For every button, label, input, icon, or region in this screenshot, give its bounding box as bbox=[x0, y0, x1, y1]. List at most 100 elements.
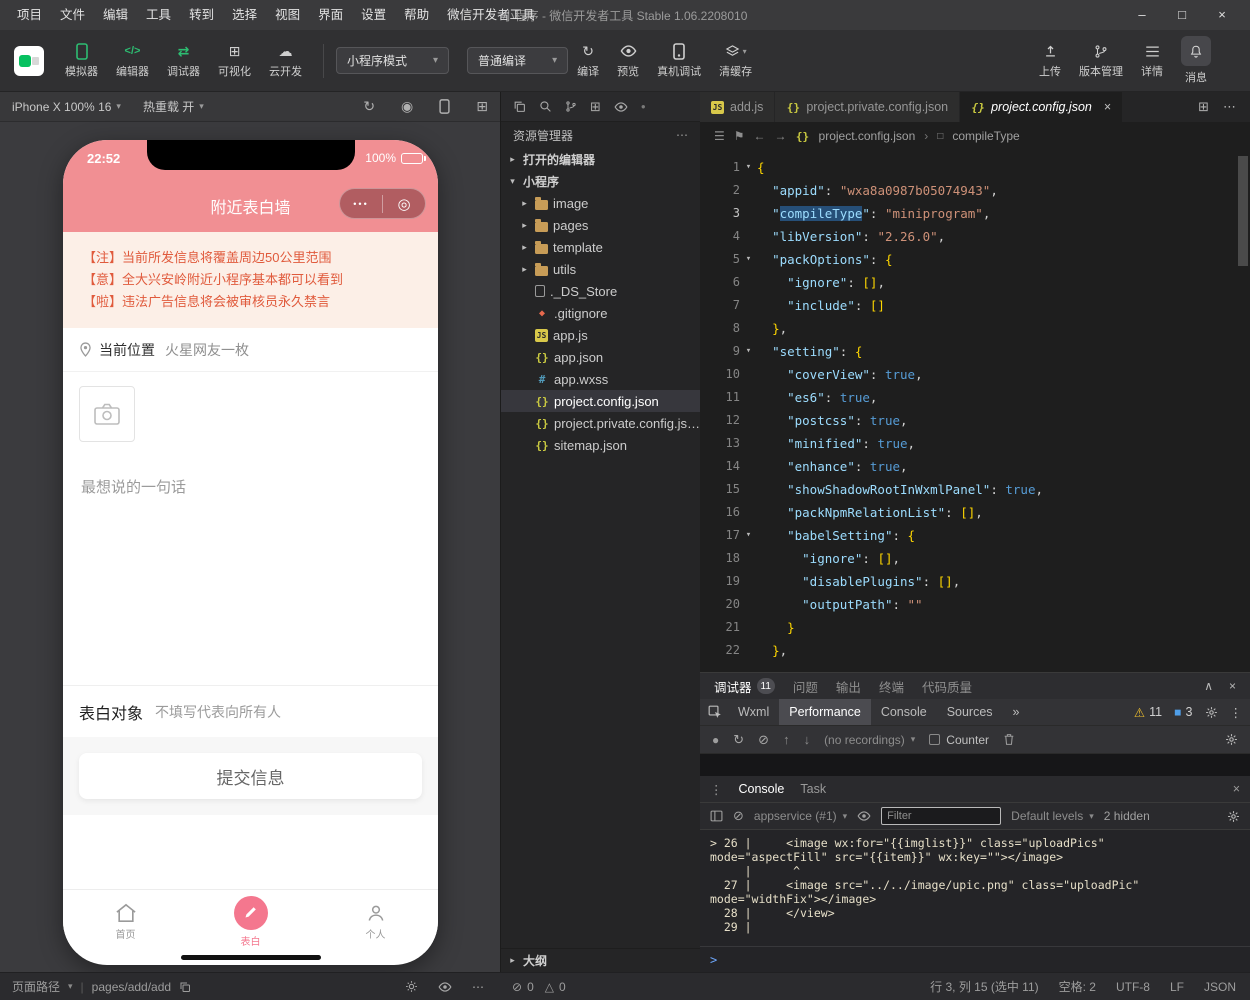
menu-item[interactable]: 视图 bbox=[266, 0, 309, 30]
bookmark-icon[interactable]: ⚑ bbox=[734, 129, 745, 143]
messages-button[interactable]: 消息 bbox=[1181, 36, 1211, 85]
split-icon[interactable]: ⊞ bbox=[590, 99, 601, 115]
editor-toggle-button[interactable]: </> 编辑器 bbox=[116, 42, 149, 79]
visualization-button[interactable]: ⊞ 可视化 bbox=[218, 42, 251, 79]
code-line[interactable]: 20 "outputPath": "" bbox=[700, 593, 1250, 616]
copy-path-icon[interactable] bbox=[179, 981, 191, 993]
message-textarea[interactable]: 最想说的一句话 bbox=[63, 456, 438, 497]
record-button[interactable]: ● bbox=[712, 733, 719, 747]
panel-tab-debugger[interactable]: 调试器 11 bbox=[714, 677, 775, 696]
simulator-toggle-button[interactable]: 模拟器 bbox=[65, 42, 98, 79]
code-line[interactable]: 17▾ "babelSetting": { bbox=[700, 524, 1250, 547]
clear-icon[interactable]: ⊘ bbox=[758, 732, 769, 748]
remote-debug-button[interactable]: 真机调试 bbox=[657, 42, 701, 79]
devtools-more-icon[interactable]: ⋮ bbox=[1230, 705, 1243, 720]
code-line[interactable]: 8 }, bbox=[700, 317, 1250, 340]
target-input[interactable]: 不填写代表向所有人 bbox=[155, 702, 281, 722]
console-prompt[interactable]: > bbox=[700, 946, 1250, 972]
code-line[interactable]: 11 "es6": true, bbox=[700, 386, 1250, 409]
console-menu-icon[interactable]: ⋮ bbox=[710, 782, 723, 797]
fold-icon[interactable]: ▾ bbox=[740, 524, 757, 547]
device-select[interactable]: iPhone X 100% 16 ▾ bbox=[12, 100, 121, 114]
target-row[interactable]: 表白对象 不填写代表向所有人 bbox=[63, 685, 438, 737]
page-path-value[interactable]: pages/add/add bbox=[92, 980, 171, 994]
devtools-tab-wxml[interactable]: Wxml bbox=[728, 699, 779, 725]
location-row[interactable]: 当前位置 火星网友一枚 bbox=[63, 328, 438, 372]
tree-item[interactable]: {}project.private.config.js… bbox=[501, 412, 700, 434]
devtools-tab-performance[interactable]: Performance bbox=[779, 699, 871, 725]
tab-profile[interactable]: 个人 bbox=[313, 890, 438, 953]
console-output[interactable]: > 26 | <image wx:for="{{imglist}}" class… bbox=[700, 830, 1250, 946]
panel-tab-output[interactable]: 输出 bbox=[836, 677, 861, 696]
code-line[interactable]: 7 "include": [] bbox=[700, 294, 1250, 317]
close-button[interactable]: × bbox=[1202, 0, 1242, 30]
close-console-icon[interactable]: × bbox=[1233, 782, 1240, 796]
cursor-position[interactable]: 行 3, 列 15 (选中 11) bbox=[930, 978, 1038, 995]
more-icon[interactable]: ⋯ bbox=[676, 128, 688, 142]
console-tab-task[interactable]: Task bbox=[800, 782, 826, 796]
code-line[interactable]: 19 "disablePlugins": [], bbox=[700, 570, 1250, 593]
debugger-toggle-button[interactable]: ⇄ 调试器 bbox=[167, 42, 200, 79]
code-line[interactable]: 12 "postcss": true, bbox=[700, 409, 1250, 432]
eol-type[interactable]: LF bbox=[1170, 980, 1184, 994]
minimize-button[interactable]: – bbox=[1122, 0, 1162, 30]
menu-item[interactable]: 文件 bbox=[51, 0, 94, 30]
code-line[interactable]: 21 } bbox=[700, 616, 1250, 639]
code-line[interactable]: 22 }, bbox=[700, 639, 1250, 662]
menu-item[interactable]: 选择 bbox=[223, 0, 266, 30]
devtools-tab-overflow[interactable]: » bbox=[1003, 699, 1030, 725]
load-profile-icon[interactable]: ↑ bbox=[783, 732, 790, 747]
eye-icon[interactable] bbox=[438, 982, 452, 992]
counter-checkbox[interactable]: Counter bbox=[929, 733, 989, 747]
tree-item[interactable]: ▸打开的编辑器 bbox=[501, 148, 700, 170]
console-tab-console[interactable]: Console bbox=[739, 782, 785, 796]
indentation[interactable]: 空格: 2 bbox=[1059, 978, 1096, 995]
collapse-panel-icon[interactable]: ∧ bbox=[1204, 679, 1213, 693]
page-path-select[interactable]: 页面路径 bbox=[12, 978, 60, 995]
tab-project-config[interactable]: {} project.config.json × bbox=[960, 92, 1123, 122]
upload-button[interactable]: 上传 bbox=[1039, 42, 1061, 79]
menu-item[interactable]: 设置 bbox=[352, 0, 395, 30]
tree-item[interactable]: {}sitemap.json bbox=[501, 434, 700, 456]
tab-project-private-config[interactable]: {} project.private.config.json bbox=[775, 92, 960, 122]
record-icon[interactable]: ◉ bbox=[401, 98, 413, 115]
devtools-settings-icon[interactable] bbox=[1205, 706, 1218, 719]
capsule-more-icon[interactable]: ••• bbox=[340, 199, 382, 209]
nav-forward-icon[interactable]: → bbox=[775, 129, 787, 143]
breadcrumb-symbol[interactable]: compileType bbox=[952, 129, 1019, 143]
code-line[interactable]: 6 "ignore": [], bbox=[700, 271, 1250, 294]
code-line[interactable]: 13 "minified": true, bbox=[700, 432, 1250, 455]
problem-counts[interactable]: ⊘ 0 △ 0 bbox=[512, 973, 566, 1000]
devtools-tab-console[interactable]: Console bbox=[871, 699, 937, 725]
code-line[interactable]: 15 "showShadowRootInWxmlPanel": true, bbox=[700, 478, 1250, 501]
git-branch-icon[interactable] bbox=[565, 100, 577, 113]
breadcrumb-file[interactable]: project.config.json bbox=[819, 129, 916, 143]
tree-item[interactable]: {}app.json bbox=[501, 346, 700, 368]
tree-item[interactable]: ._DS_Store bbox=[501, 280, 700, 302]
filter-input[interactable] bbox=[881, 807, 1001, 825]
tab-confess[interactable]: 表白 bbox=[188, 890, 313, 953]
eye-icon[interactable] bbox=[614, 102, 628, 112]
hot-reload-select[interactable]: 热重载 开 ▾ bbox=[143, 98, 204, 115]
close-panel-icon[interactable]: × bbox=[1229, 679, 1236, 693]
details-button[interactable]: 详情 bbox=[1141, 42, 1163, 79]
log-levels-select[interactable]: Default levels ▾ bbox=[1011, 809, 1094, 823]
code-line[interactable]: 16 "packNpmRelationList": [], bbox=[700, 501, 1250, 524]
device-icon[interactable] bbox=[439, 99, 450, 114]
preview-button[interactable]: 预览 bbox=[617, 42, 639, 79]
tree-item[interactable]: JSapp.js bbox=[501, 324, 700, 346]
devtools-tab-sources[interactable]: Sources bbox=[937, 699, 1003, 725]
refresh-icon[interactable]: ↻ bbox=[363, 98, 375, 115]
menu-item[interactable]: 帮助 bbox=[395, 0, 438, 30]
outline-list-icon[interactable]: ☰ bbox=[714, 129, 725, 143]
code-line[interactable]: 14 "enhance": true, bbox=[700, 455, 1250, 478]
capsule-home-icon[interactable]: ◎ bbox=[383, 195, 425, 213]
code-line[interactable]: 3 "compileType": "miniprogram", bbox=[700, 202, 1250, 225]
fold-icon[interactable]: ▾ bbox=[740, 248, 757, 271]
panel-tab-code-quality[interactable]: 代码质量 bbox=[922, 677, 972, 696]
outline-section[interactable]: ▸ 大纲 bbox=[501, 948, 700, 972]
compile-mode-select[interactable]: 普通编译 ▾ bbox=[467, 47, 568, 74]
panel-tab-terminal[interactable]: 终端 bbox=[879, 677, 904, 696]
more-actions-icon[interactable]: ⋯ bbox=[1223, 99, 1236, 115]
nav-back-icon[interactable]: ← bbox=[754, 129, 766, 143]
